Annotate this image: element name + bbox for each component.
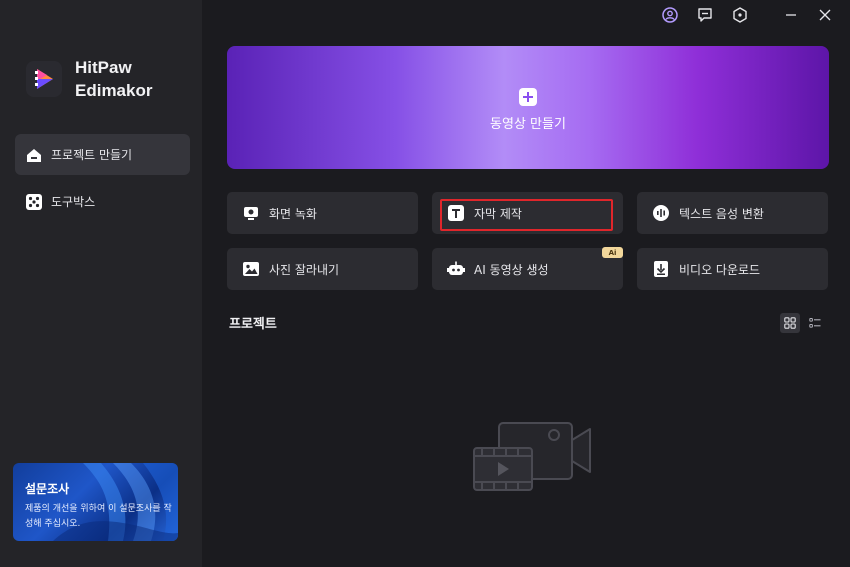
survey-banner[interactable]: 설문조사 제품의 개선을 위하여 이 설문조사를 작성해 주십시오. (13, 463, 178, 541)
tool-label: 자막 제작 (474, 206, 522, 221)
robot-icon (447, 260, 465, 278)
image-cut-icon (242, 260, 260, 278)
subtitle-maker-button[interactable]: 자막 제작 (432, 192, 623, 234)
download-icon (652, 260, 670, 278)
close-icon[interactable] (813, 4, 837, 26)
tool-label: 사진 잘라내기 (269, 262, 340, 277)
ai-badge: Ai (602, 247, 623, 258)
tool-label: 텍스트 음성 변환 (679, 206, 764, 221)
empty-projects-video-icon (472, 420, 594, 498)
sidebar: HitPaw Edimakor 프로젝트 만들기 도구박스 설문조사 제품의 개… (0, 0, 202, 567)
create-video-label: 동영상 만들기 (490, 117, 566, 132)
survey-text: 제품의 개선을 위하여 이 설문조사를 작성해 주십시오. (25, 504, 172, 529)
brand: HitPaw Edimakor (26, 56, 152, 102)
image-cut-button[interactable]: 사진 잘라내기 (227, 248, 418, 290)
sidebar-item-toolbox[interactable]: 도구박스 (15, 181, 190, 222)
ai-video-generate-button[interactable]: AI 동영상 생성 (432, 248, 623, 290)
sidebar-item-create-project[interactable]: 프로젝트 만들기 (15, 134, 190, 175)
tool-label: AI 동영상 생성 (474, 262, 549, 277)
home-icon (25, 146, 43, 164)
toolbox-icon (25, 193, 43, 211)
feedback-icon[interactable] (693, 4, 717, 26)
screen-record-button[interactable]: 화면 녹화 (227, 192, 418, 234)
tool-label: 비디오 다운로드 (679, 262, 761, 277)
survey-title: 설문조사 (25, 482, 70, 496)
screen-record-icon (242, 204, 260, 222)
sidebar-item-label: 프로젝트 만들기 (51, 148, 133, 162)
text-icon (447, 204, 465, 222)
list-view-icon[interactable] (805, 313, 825, 333)
text-to-speech-button[interactable]: 텍스트 음성 변환 (637, 192, 828, 234)
projects-title: 프로젝트 (229, 317, 277, 332)
grid-view-icon[interactable] (780, 313, 800, 333)
sidebar-item-label: 도구박스 (51, 195, 96, 209)
edimakor-logo-icon (26, 61, 62, 97)
create-video-button[interactable]: 동영상 만들기 (227, 46, 829, 169)
voice-icon (652, 204, 670, 222)
tool-label: 화면 녹화 (269, 206, 317, 221)
settings-icon[interactable] (728, 4, 752, 26)
user-icon[interactable] (658, 4, 682, 26)
brand-name-line1: HitPaw (75, 58, 132, 77)
video-download-button[interactable]: 비디오 다운로드 (637, 248, 828, 290)
brand-name-line2: Edimakor (75, 81, 153, 100)
plus-icon (519, 88, 537, 106)
minimize-icon[interactable] (779, 4, 803, 26)
app-window: HitPaw Edimakor 프로젝트 만들기 도구박스 설문조사 제품의 개… (0, 0, 850, 567)
